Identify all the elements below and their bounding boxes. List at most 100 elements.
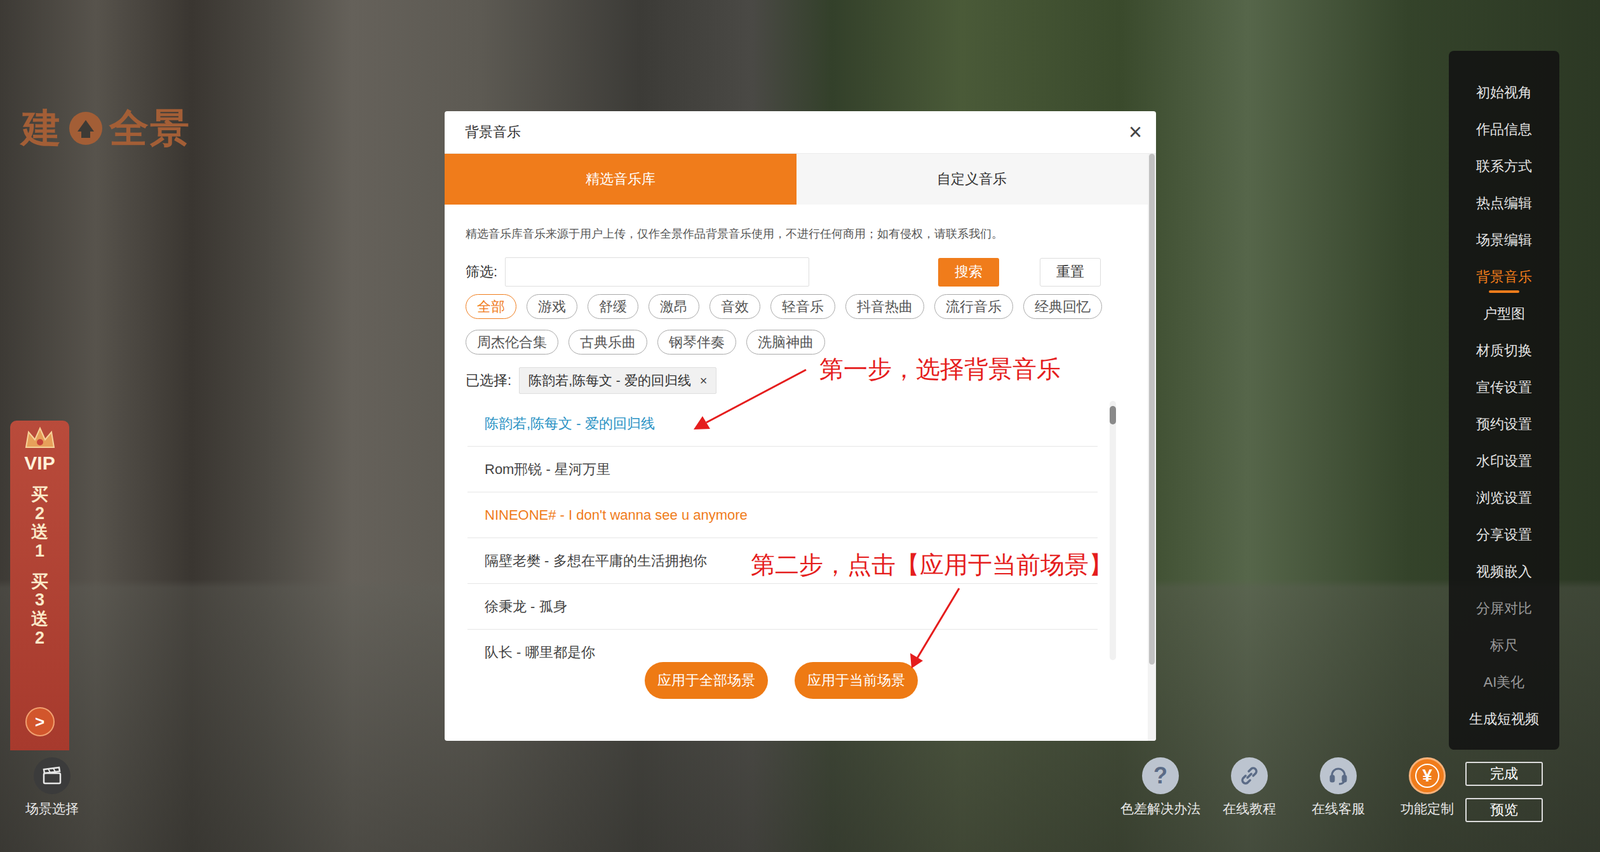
category-tag[interactable]: 周杰伦合集 bbox=[465, 329, 559, 355]
action-button[interactable]: 预览 bbox=[1465, 797, 1543, 822]
sidebar-item-label[interactable]: 作品信息 bbox=[1476, 120, 1533, 140]
scene-select-button[interactable]: 场景选择 bbox=[25, 757, 79, 818]
sidebar-item[interactable]: 生成短视频 bbox=[1448, 700, 1560, 738]
category-tag[interactable]: 舒缓 bbox=[587, 294, 639, 319]
apply-buttons: 应用于全部场景应用于当前场景 bbox=[465, 661, 1116, 699]
vip-arrow-button[interactable]: > bbox=[25, 706, 55, 737]
song-row[interactable]: 徐秉龙 - 孤身 bbox=[467, 583, 1098, 630]
tab[interactable]: 自定义音乐 bbox=[796, 153, 1149, 205]
sidebar-item[interactable]: 户型图 bbox=[1448, 295, 1560, 333]
sidebar-item-label[interactable]: 联系方式 bbox=[1476, 156, 1533, 176]
sidebar-item-label[interactable]: 背景音乐 bbox=[1476, 267, 1533, 287]
sidebar-item[interactable]: 预约设置 bbox=[1448, 405, 1560, 443]
sidebar-item[interactable]: AI美化 bbox=[1448, 663, 1560, 701]
sidebar-item-label[interactable]: 场景编辑 bbox=[1476, 230, 1533, 250]
category-tag[interactable]: 钢琴伴奏 bbox=[657, 329, 737, 355]
sidebar-item-label[interactable]: 宣传设置 bbox=[1476, 377, 1533, 397]
sidebar-item[interactable]: 分享设置 bbox=[1448, 516, 1560, 554]
panorama-view[interactable]: 建全景VIP买2送1买3送2>初始视角作品信息联系方式热点编辑场景编辑背景音乐户… bbox=[0, 0, 1600, 852]
category-tag[interactable]: 流行音乐 bbox=[934, 294, 1014, 319]
close-button[interactable]: × bbox=[1128, 120, 1143, 144]
sidebar-item-label[interactable]: 视频嵌入 bbox=[1476, 562, 1533, 582]
icon-glyph[interactable]: ? bbox=[1153, 762, 1168, 789]
song-title[interactable]: Rom邢锐 - 星河万里 bbox=[484, 459, 611, 479]
song-row[interactable]: 陈韵若,陈每文 - 爱的回归线 bbox=[467, 400, 1098, 447]
dialog-header: 背景音乐× bbox=[444, 111, 1157, 154]
sidebar-item-label[interactable]: 分享设置 bbox=[1476, 525, 1533, 545]
toolbar-label[interactable]: 色差解决办法 bbox=[1120, 799, 1201, 818]
song-title[interactable]: 陈韵若,陈每文 - 爱的回归线 bbox=[484, 414, 655, 434]
help-icon[interactable]: ? bbox=[1142, 757, 1179, 794]
song-title[interactable]: NINEONE# - I don't wanna see u anymore bbox=[484, 506, 748, 524]
song-title[interactable]: 徐秉龙 - 孤身 bbox=[484, 597, 568, 617]
scene-icon-wrap[interactable] bbox=[33, 757, 71, 794]
category-tag[interactable]: 游戏 bbox=[526, 294, 578, 319]
category-tag[interactable]: 激昂 bbox=[648, 294, 700, 319]
search-button[interactable]: 搜索 bbox=[938, 257, 1000, 287]
toolbar-item[interactable]: 在线客服 bbox=[1293, 757, 1383, 818]
sidebar-item-label[interactable]: 材质切换 bbox=[1476, 341, 1533, 361]
filter-input[interactable] bbox=[504, 257, 810, 287]
sidebar-item[interactable]: 分屏对比 bbox=[1448, 590, 1560, 627]
toolbar-label[interactable]: 在线客服 bbox=[1311, 799, 1365, 818]
scroll-thumb[interactable] bbox=[1149, 153, 1155, 665]
vip-banner[interactable]: VIP买2送1买3送2> bbox=[10, 420, 70, 751]
support-icon[interactable] bbox=[1319, 757, 1357, 794]
sidebar-item[interactable]: 背景音乐 bbox=[1448, 258, 1560, 296]
category-tag[interactable]: 洗脑神曲 bbox=[746, 329, 826, 355]
category-tag[interactable]: 古典乐曲 bbox=[568, 329, 648, 355]
song-row[interactable]: Rom邢锐 - 星河万里 bbox=[467, 446, 1098, 493]
scroll-thumb[interactable] bbox=[1109, 405, 1116, 425]
sidebar-item[interactable]: 初始视角 bbox=[1448, 74, 1560, 112]
scene-select-label[interactable]: 场景选择 bbox=[25, 799, 79, 818]
sidebar-item-label[interactable]: 标尺 bbox=[1490, 635, 1519, 655]
sidebar-item-label[interactable]: 热点编辑 bbox=[1476, 193, 1533, 213]
icon-glyph[interactable]: ¥ bbox=[1415, 763, 1440, 788]
tab-label[interactable]: 自定义音乐 bbox=[936, 169, 1007, 189]
song-row[interactable]: 队长 - 哪里都是你 bbox=[467, 629, 1098, 660]
copyright-notice: 精选音乐库音乐来源于用户上传，仅作全景作品背景音乐使用，不进行任何商用；如有侵权… bbox=[465, 226, 1116, 242]
category-tag[interactable]: 全部 bbox=[465, 294, 517, 319]
sidebar-item-label[interactable]: 初始视角 bbox=[1476, 83, 1533, 103]
tab-label[interactable]: 精选音乐库 bbox=[585, 169, 656, 189]
sidebar-item-label[interactable]: 浏览设置 bbox=[1476, 488, 1533, 508]
sidebar-item[interactable]: 场景编辑 bbox=[1448, 221, 1560, 259]
song-row[interactable]: NINEONE# - I don't wanna see u anymore bbox=[467, 492, 1098, 538]
sidebar-item-label[interactable]: 生成短视频 bbox=[1469, 709, 1540, 729]
reset-button[interactable]: 重置 bbox=[1039, 257, 1101, 287]
sidebar-item-label[interactable]: 分屏对比 bbox=[1476, 598, 1533, 619]
sidebar-item[interactable]: 材质切换 bbox=[1448, 332, 1560, 370]
sidebar-item-label[interactable]: AI美化 bbox=[1483, 672, 1526, 692]
category-tag[interactable]: 音效 bbox=[709, 294, 761, 319]
toolbar-label[interactable]: 功能定制 bbox=[1400, 799, 1454, 818]
remove-button[interactable]: × bbox=[699, 373, 708, 389]
apply-button[interactable]: 应用于全部场景 bbox=[644, 661, 768, 699]
sidebar-item[interactable]: 水印设置 bbox=[1448, 442, 1560, 480]
tab[interactable]: 精选音乐库 bbox=[444, 153, 797, 205]
sidebar-item[interactable]: 标尺 bbox=[1448, 626, 1560, 664]
sidebar-item-label[interactable]: 户型图 bbox=[1483, 304, 1526, 324]
sidebar-item[interactable]: 宣传设置 bbox=[1448, 369, 1560, 406]
category-tag[interactable]: 抖音热曲 bbox=[845, 294, 925, 319]
toolbar-item[interactable]: ? 色差解决办法 bbox=[1115, 757, 1205, 818]
list-scrollbar[interactable] bbox=[1109, 400, 1116, 660]
song-title[interactable]: 队长 - 哪里都是你 bbox=[484, 642, 596, 661]
link-icon[interactable] bbox=[1230, 757, 1268, 794]
sidebar-item-label[interactable]: 水印设置 bbox=[1476, 451, 1533, 471]
apply-button[interactable]: 应用于当前场景 bbox=[794, 661, 918, 699]
sidebar-item[interactable]: 浏览设置 bbox=[1448, 479, 1560, 517]
sidebar-item[interactable]: 视频嵌入 bbox=[1448, 553, 1560, 591]
toolbar-item[interactable]: 在线教程 bbox=[1204, 757, 1294, 818]
action-button[interactable]: 完成 bbox=[1465, 761, 1543, 786]
toolbar-item[interactable]: ¥ 功能定制 bbox=[1382, 757, 1472, 818]
toolbar-label[interactable]: 在线教程 bbox=[1222, 799, 1277, 818]
sidebar-item[interactable]: 联系方式 bbox=[1448, 147, 1560, 185]
sidebar-item[interactable]: 热点编辑 bbox=[1448, 184, 1560, 222]
category-tag[interactable]: 轻音乐 bbox=[770, 294, 836, 319]
song-title[interactable]: 隔壁老樊 - 多想在平庸的生活拥抱你 bbox=[484, 551, 707, 571]
sidebar-item-label[interactable]: 预约设置 bbox=[1476, 414, 1533, 434]
custom-icon[interactable]: ¥ bbox=[1408, 757, 1446, 794]
category-tag[interactable]: 经典回忆 bbox=[1023, 294, 1103, 319]
sidebar-item[interactable]: 作品信息 bbox=[1448, 111, 1560, 148]
dialog-scrollbar[interactable] bbox=[1147, 153, 1157, 741]
